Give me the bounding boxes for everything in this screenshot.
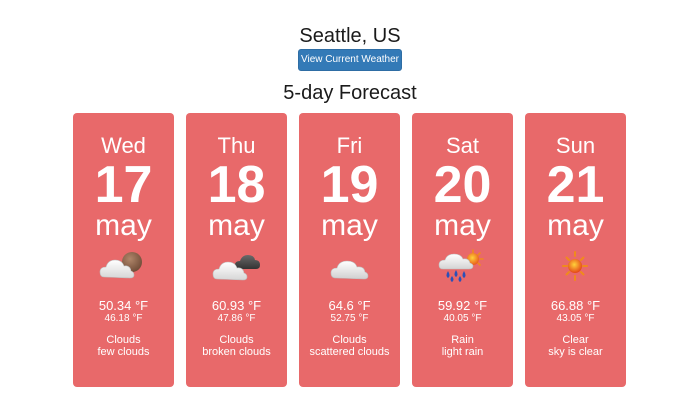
day-number: 21 xyxy=(546,156,605,214)
low-temperature: 47.86 °F xyxy=(217,313,256,324)
weather-description: Clouds few clouds xyxy=(77,334,170,358)
day-number: 19 xyxy=(320,156,379,214)
low-temperature: 52.75 °F xyxy=(330,313,369,324)
month-label: may xyxy=(547,209,604,242)
weather-main: Rain xyxy=(451,334,474,346)
weather-detail: scattered clouds xyxy=(309,346,390,358)
high-temperature: 59.92 °F xyxy=(437,298,488,313)
day-number: 17 xyxy=(94,156,153,214)
high-temperature: 66.88 °F xyxy=(550,298,601,313)
weather-main: Clear xyxy=(562,334,589,346)
city-title: Seattle, US xyxy=(299,25,401,47)
month-label: may xyxy=(95,209,152,242)
weather-description: Rain light rain xyxy=(416,334,509,358)
month-label: may xyxy=(321,209,378,242)
weather-description: Clouds scattered clouds xyxy=(303,334,396,358)
weather-detail: few clouds xyxy=(97,346,150,358)
broken-clouds-icon xyxy=(211,249,261,283)
forecast-card-sat: Sat 20 may 59.92 °F 40.05 °F Rain light … xyxy=(412,113,513,387)
forecast-card-fri: Fri 19 may 64.6 °F 52.75 °F Clouds scatt… xyxy=(299,113,400,387)
forecast-card-thu: Thu 18 may 60.93 °F 47.86 °F Clouds brok… xyxy=(186,113,287,387)
high-temperature: 60.93 °F xyxy=(211,298,262,313)
clear-sky-icon xyxy=(550,249,600,283)
high-temperature: 50.34 °F xyxy=(98,298,149,313)
view-current-weather-button[interactable]: View Current Weather xyxy=(298,49,402,71)
weather-page: Seattle, US View Current Weather 5-day F… xyxy=(0,0,700,400)
weather-detail: light rain xyxy=(441,346,484,358)
high-temperature: 64.6 °F xyxy=(328,298,371,313)
scattered-clouds-icon xyxy=(324,249,374,283)
weather-description: Clear sky is clear xyxy=(529,334,622,358)
forecast-card-sun: Sun 21 may 66.88 °F 43.05 °F Clear sky i… xyxy=(525,113,626,387)
forecast-cards: Wed 17 may 50.34 °F 46.18 °F Clouds few … xyxy=(73,113,627,387)
month-label: may xyxy=(434,209,491,242)
forecast-title: 5-day Forecast xyxy=(283,82,417,104)
weather-description: Clouds broken clouds xyxy=(190,334,283,358)
low-temperature: 40.05 °F xyxy=(443,313,482,324)
weather-detail: broken clouds xyxy=(202,346,271,358)
day-number: 18 xyxy=(207,156,266,214)
low-temperature: 46.18 °F xyxy=(104,313,143,324)
forecast-card-wed: Wed 17 may 50.34 °F 46.18 °F Clouds few … xyxy=(73,113,174,387)
day-number: 20 xyxy=(433,156,492,214)
weather-main: Clouds xyxy=(332,334,367,346)
low-temperature: 43.05 °F xyxy=(556,313,595,324)
weather-detail: sky is clear xyxy=(548,346,603,358)
light-rain-icon xyxy=(437,249,487,283)
few-clouds-icon xyxy=(98,249,148,283)
weather-main: Clouds xyxy=(106,334,141,346)
weather-main: Clouds xyxy=(219,334,254,346)
month-label: may xyxy=(208,209,265,242)
